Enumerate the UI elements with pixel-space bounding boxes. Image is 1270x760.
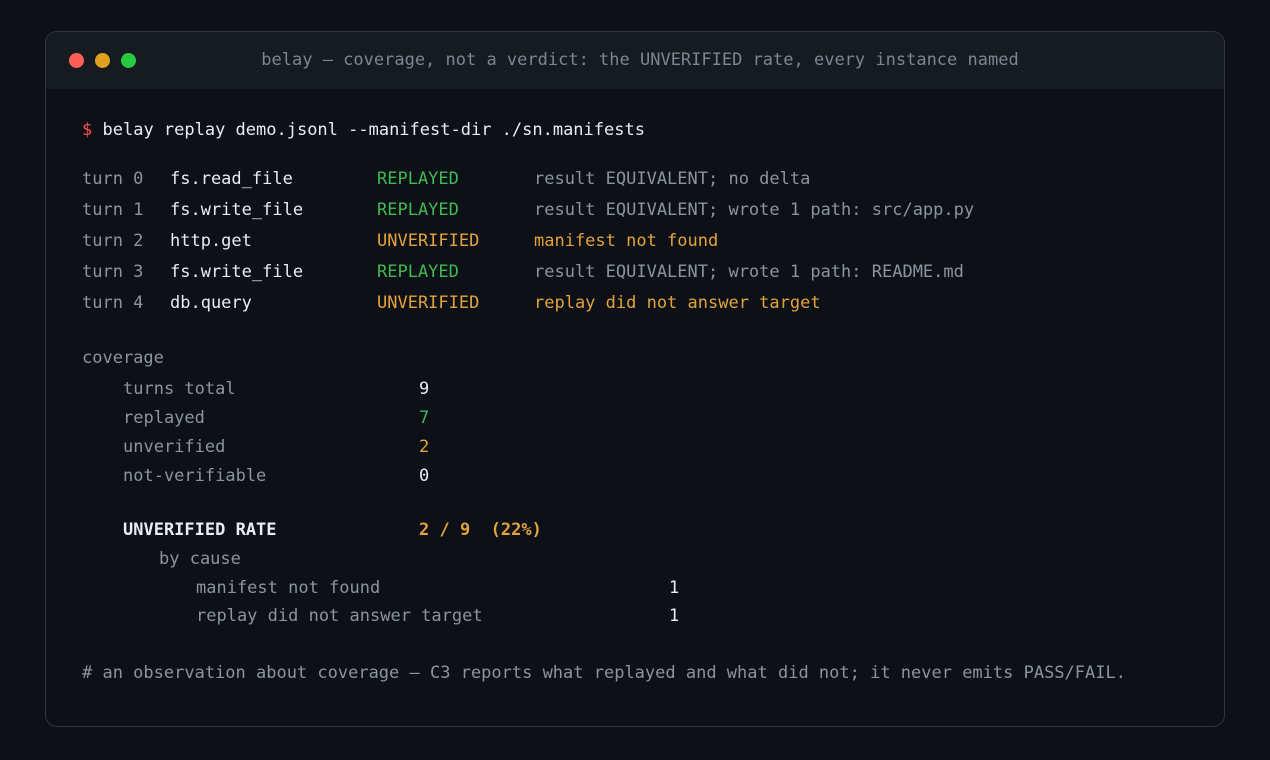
cause-row: replay did not answer target 1 <box>46 605 1224 627</box>
turn-status: UNVERIFIED <box>377 231 480 251</box>
turn-row: turn 3 fs.write_file REPLAYED result EQU… <box>46 261 1224 283</box>
coverage-row: turns total 9 <box>46 378 1224 400</box>
by-cause-heading: by cause <box>159 549 241 569</box>
turn-number: turn 0 <box>82 169 144 189</box>
turn-row: turn 1 fs.write_file REPLAYED result EQU… <box>46 199 1224 221</box>
terminal-window: belay — coverage, not a verdict: the UNV… <box>45 31 1225 727</box>
coverage-value: 9 <box>419 379 430 399</box>
turn-number: turn 1 <box>82 200 144 220</box>
coverage-row: unverified 2 <box>46 436 1224 458</box>
title-bar: belay — coverage, not a verdict: the UNV… <box>46 32 1224 89</box>
coverage-row: replayed 7 <box>46 407 1224 429</box>
turn-detail: result EQUIVALENT; wrote 1 path: README.… <box>534 262 964 282</box>
coverage-row: not-verifiable 0 <box>46 465 1224 487</box>
coverage-label: unverified <box>123 437 226 457</box>
tool-name: fs.write_file <box>170 262 304 282</box>
cause-value: 1 <box>669 578 680 598</box>
turn-row: turn 0 fs.read_file REPLAYED result EQUI… <box>46 168 1224 190</box>
coverage-label: replayed <box>123 408 205 428</box>
turn-number: turn 3 <box>82 262 144 282</box>
turn-row: turn 2 http.get UNVERIFIED manifest not … <box>46 230 1224 252</box>
turn-detail: result EQUIVALENT; no delta <box>534 169 811 189</box>
turn-status: UNVERIFIED <box>377 293 480 313</box>
turn-status: REPLAYED <box>377 169 459 189</box>
unverified-rate-label: UNVERIFIED RATE <box>123 520 277 540</box>
turn-number: turn 4 <box>82 293 144 313</box>
unverified-rate-row: UNVERIFIED RATE 2 / 9 (22%) <box>46 519 1224 541</box>
tool-name: fs.read_file <box>170 169 293 189</box>
tool-name: fs.write_file <box>170 200 304 220</box>
window-title: belay — coverage, not a verdict: the UNV… <box>261 50 1019 70</box>
prompt-symbol: $ <box>82 120 93 140</box>
unverified-rate-value: 2 / 9 (22%) <box>419 520 542 540</box>
coverage-value: 0 <box>419 466 430 486</box>
tool-name: http.get <box>170 231 252 251</box>
turn-status: REPLAYED <box>377 262 459 282</box>
turn-detail: replay did not answer target <box>534 293 821 313</box>
footer-comment: # an observation about coverage — C3 rep… <box>82 663 1126 683</box>
turn-number: turn 2 <box>82 231 144 251</box>
turn-detail: manifest not found <box>534 231 719 251</box>
coverage-label: not-verifiable <box>123 466 267 486</box>
coverage-value: 7 <box>419 408 430 428</box>
cause-label: manifest not found <box>196 578 381 598</box>
cause-row: manifest not found 1 <box>46 577 1224 599</box>
cause-label: replay did not answer target <box>196 606 483 626</box>
coverage-value: 2 <box>419 437 430 457</box>
turn-detail: result EQUIVALENT; wrote 1 path: src/app… <box>534 200 975 220</box>
cause-value: 1 <box>669 606 680 626</box>
tool-name: db.query <box>170 293 252 313</box>
command-text: belay replay demo.jsonl --manifest-dir .… <box>102 120 645 140</box>
turn-status: REPLAYED <box>377 200 459 220</box>
command-line: $ belay replay demo.jsonl --manifest-dir… <box>82 119 645 141</box>
coverage-label: turns total <box>123 379 236 399</box>
turn-row: turn 4 db.query UNVERIFIED replay did no… <box>46 292 1224 314</box>
coverage-heading: coverage <box>82 348 164 368</box>
